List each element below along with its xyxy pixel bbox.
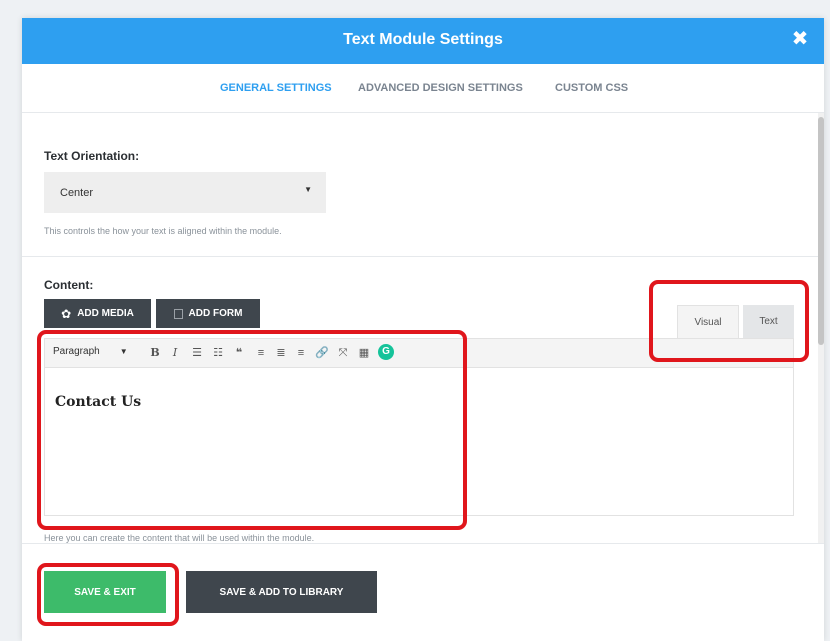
settings-tabs: GENERAL SETTINGS ADVANCED DESIGN SETTING… <box>22 64 824 113</box>
toolbar-toggle-icon[interactable]: ▦ <box>357 345 371 361</box>
tab-general-settings[interactable]: GENERAL SETTINGS <box>220 82 332 94</box>
settings-modal: Text Module Settings ✖ GENERAL SETTINGS … <box>22 18 824 641</box>
text-orientation-help: This controls the how your text is align… <box>44 226 282 236</box>
tab-text[interactable]: Text <box>743 305 794 338</box>
editor-content-area[interactable]: Contact Us <box>44 368 794 516</box>
scrollbar-thumb[interactable] <box>818 117 824 345</box>
media-icon: ✿ <box>61 306 72 321</box>
format-select-value: Paragraph <box>53 346 100 357</box>
close-icon[interactable]: ✖ <box>790 29 810 49</box>
add-media-label: ADD MEDIA <box>77 308 134 319</box>
align-left-icon[interactable]: ≡ <box>254 345 268 361</box>
tab-advanced-design-settings[interactable]: ADVANCED DESIGN SETTINGS <box>358 82 523 94</box>
save-exit-button[interactable]: SAVE & EXIT <box>44 571 166 613</box>
fullscreen-icon[interactable]: ⤧ <box>336 345 350 361</box>
link-icon[interactable]: 🔗 <box>315 345 329 361</box>
settings-content: Text Orientation: Center ▼ This controls… <box>22 113 818 543</box>
align-center-icon[interactable]: ≣ <box>274 345 288 361</box>
text-orientation-value: Center <box>60 187 94 199</box>
tab-visual[interactable]: Visual <box>677 305 739 338</box>
blockquote-icon[interactable]: ❝ <box>232 345 246 361</box>
content-help: Here you can create the content that wil… <box>44 533 315 543</box>
add-form-label: ADD FORM <box>188 308 243 319</box>
form-icon <box>173 308 183 319</box>
text-orientation-select[interactable]: Center ▼ <box>44 172 326 213</box>
modal-title: Text Module Settings <box>343 31 503 48</box>
add-form-button[interactable]: ADD FORM <box>156 299 260 328</box>
add-media-button[interactable]: ✿ ADD MEDIA <box>44 299 151 328</box>
grammarly-icon[interactable]: G <box>378 344 394 360</box>
content-label: Content: <box>44 278 94 292</box>
save-add-to-library-button[interactable]: SAVE & ADD TO LIBRARY <box>186 571 377 613</box>
editor-heading-text: Contact Us <box>55 394 142 410</box>
numbered-list-icon[interactable]: ☷ <box>211 345 225 361</box>
modal-footer: SAVE & EXIT SAVE & ADD TO LIBRARY <box>22 543 824 641</box>
italic-icon[interactable]: I <box>168 345 182 361</box>
bullet-list-icon[interactable]: ☰ <box>190 345 204 361</box>
align-right-icon[interactable]: ≡ <box>294 345 308 361</box>
modal-header: Text Module Settings ✖ <box>22 18 824 64</box>
text-orientation-label: Text Orientation: <box>44 149 140 163</box>
bold-icon[interactable]: B <box>148 345 162 361</box>
tab-custom-css[interactable]: CUSTOM CSS <box>555 82 628 94</box>
chevron-down-icon: ▼ <box>119 347 128 356</box>
chevron-down-icon: ▼ <box>304 185 312 194</box>
section-divider <box>22 256 818 257</box>
content-scrollbar[interactable] <box>818 113 824 543</box>
format-select[interactable]: Paragraph ▼ <box>53 346 128 357</box>
editor-toolbar: Paragraph ▼ B I ☰ ☷ ❝ ≡ ≣ ≡ 🔗 ⤧ ▦ G <box>44 338 794 368</box>
